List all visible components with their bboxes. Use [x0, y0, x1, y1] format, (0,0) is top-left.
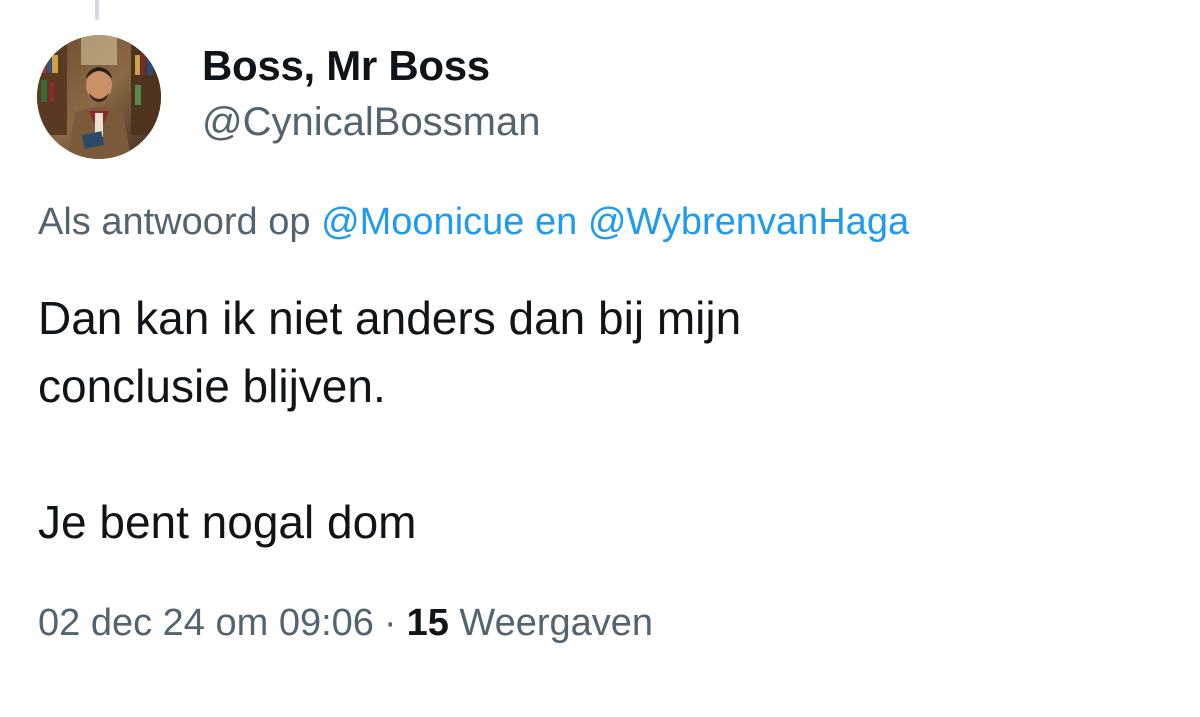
reply-mention-moonicue[interactable]: @Moonicue: [321, 201, 524, 243]
author-handle[interactable]: @CynicalBossman: [202, 97, 541, 147]
avatar-image: [37, 35, 161, 159]
thread-connector-line: [95, 0, 99, 20]
avatar[interactable]: [37, 35, 161, 159]
views-count: 15: [406, 602, 449, 644]
tweet-text-line: Je bent nogal dom: [38, 496, 417, 548]
tweet-body: Dan kan ik niet anders dan bij mijn conc…: [38, 284, 1158, 556]
meta-separator: ·: [383, 602, 397, 644]
tweet-text-line: conclusie blijven.: [38, 360, 386, 412]
author-display-name[interactable]: Boss, Mr Boss: [202, 40, 490, 92]
views-label: Weergaven: [459, 602, 654, 644]
reply-prefix: Als antwoord op: [38, 201, 311, 243]
tweet-meta: 02 dec 24 om 09:06 · 15 Weergaven: [38, 596, 653, 650]
reply-mention-wybrenvanhaga[interactable]: @WybrenvanHaga: [588, 201, 909, 243]
tweet-text-line: Dan kan ik niet anders dan bij mijn: [38, 292, 742, 344]
tweet-timestamp[interactable]: 02 dec 24 om 09:06: [38, 602, 374, 644]
reply-context: Als antwoord op @Moonicue en @WybrenvanH…: [38, 196, 909, 248]
reply-conjunction: en: [534, 201, 578, 243]
